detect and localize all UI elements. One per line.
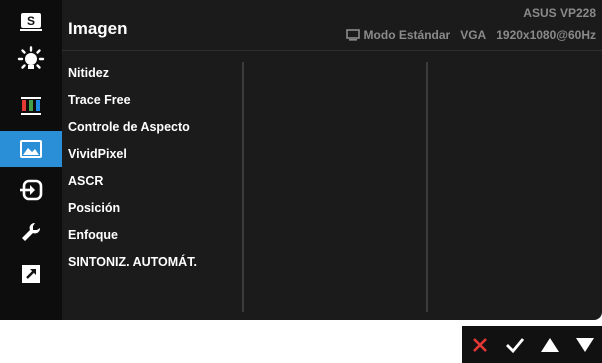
close-button[interactable]: [466, 331, 494, 359]
check-icon: [505, 337, 524, 353]
mode-label: Modo Estándar: [363, 28, 451, 42]
menu-item-auto-adjust[interactable]: SINTONIZ. AUTOMÁT.: [68, 249, 238, 276]
model-name: ASUS VP228: [523, 6, 596, 20]
sidebar-item-shortcut[interactable]: [0, 256, 62, 292]
nav-buttons: [462, 326, 602, 363]
header: Imagen ASUS VP228 Modo Estándar VGA 1920…: [62, 0, 602, 51]
menu-list: Nitidez Trace Free Controle de Aspecto V…: [68, 60, 238, 276]
input-select-icon: [20, 179, 43, 201]
image-icon: [20, 140, 42, 158]
shortcut-arrow-icon: [22, 265, 40, 283]
input-label: VGA: [460, 28, 487, 42]
sidebar-item-system-setup[interactable]: [0, 214, 62, 250]
sidebar-item-color[interactable]: [0, 88, 62, 124]
monitor-icon: [345, 29, 360, 41]
confirm-button[interactable]: [501, 331, 529, 359]
menu-item-vividpixel[interactable]: VividPixel: [68, 141, 238, 168]
s-badge-icon: S: [20, 13, 42, 31]
close-icon: [472, 337, 487, 352]
column-divider: [426, 62, 428, 312]
color-bars-icon: [21, 97, 41, 115]
menu-item-ascr[interactable]: ASCR: [68, 168, 238, 195]
wrench-icon: [22, 222, 41, 241]
menu-item-focus[interactable]: Enfoque: [68, 222, 238, 249]
osd-panel: S Imagen ASUS VP228 Modo Estándar VGA 19…: [0, 0, 602, 320]
down-button[interactable]: [571, 331, 599, 359]
column-divider: [242, 62, 244, 312]
up-button[interactable]: [536, 331, 564, 359]
sidebar-s-glyph: S: [27, 14, 35, 28]
triangle-up-icon: [540, 337, 559, 352]
menu-item-trace-free[interactable]: Trace Free: [68, 87, 238, 114]
sidebar-item-splendid[interactable]: S: [0, 4, 62, 40]
page-title: Imagen: [68, 19, 128, 38]
menu-item-position[interactable]: Posición: [68, 195, 238, 222]
sidebar-item-blue-light[interactable]: [0, 42, 62, 78]
triangle-down-icon: [575, 337, 594, 352]
sidebar: S: [0, 0, 62, 320]
sidebar-item-image[interactable]: [0, 131, 62, 167]
resolution-label: 1920x1080@60Hz: [496, 28, 596, 42]
status-line: Modo Estándar VGA 1920x1080@60Hz: [345, 28, 596, 42]
menu-item-nitidez[interactable]: Nitidez: [68, 60, 238, 87]
sidebar-item-input-select[interactable]: [0, 172, 62, 208]
sun-icon: [17, 46, 45, 69]
menu-item-aspect-control[interactable]: Controle de Aspecto: [68, 114, 238, 141]
